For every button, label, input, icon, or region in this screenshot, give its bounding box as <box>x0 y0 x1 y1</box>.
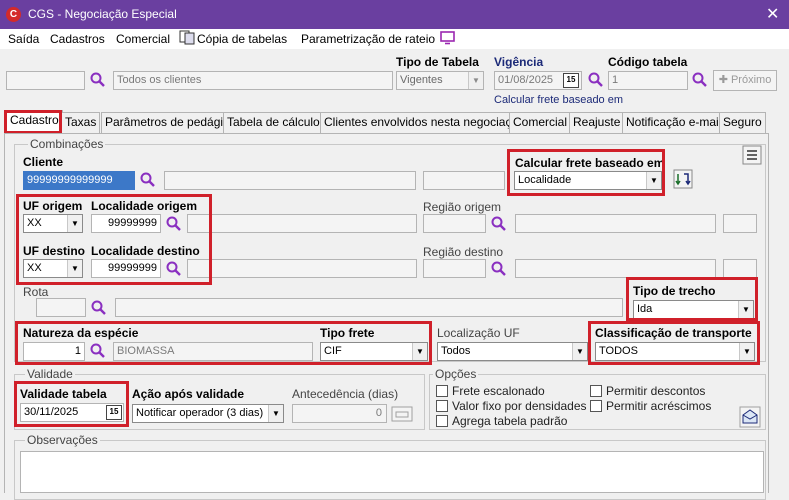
regiao-destino-name <box>515 259 716 278</box>
frete-escalonado-label: Frete escalonado <box>452 384 545 398</box>
observacoes-textarea[interactable] <box>20 451 764 493</box>
tab-seguro[interactable]: Seguro <box>719 112 766 133</box>
permitir-descontos-checkbox[interactable] <box>590 385 602 397</box>
search-rota-icon[interactable] <box>91 300 107 316</box>
search-vigencia-icon[interactable] <box>588 72 604 88</box>
calc-frete-link[interactable]: Calcular frete baseado em <box>494 94 623 106</box>
chevron-down-icon: ▼ <box>468 72 483 89</box>
valor-fixo-label: Valor fixo por densidades <box>452 399 587 413</box>
menu-copia-tabelas[interactable]: Cópia de tabelas <box>197 32 287 46</box>
regiao-destino-field[interactable] <box>423 259 486 278</box>
menu-bar: Saída Cadastros Comercial Cópia de tabel… <box>0 29 789 49</box>
localidade-origem-name <box>187 214 417 233</box>
cliente-field[interactable]: 99999999999999 <box>23 171 135 190</box>
regiao-origem-extra <box>723 214 757 233</box>
menu-saida[interactable]: Saída <box>8 32 39 46</box>
chevron-down-icon: ▼ <box>572 343 587 360</box>
search-codigo-icon[interactable] <box>692 72 708 88</box>
antecedencia-label: Antecedência (dias) <box>292 387 399 401</box>
permitir-descontos-label: Permitir descontos <box>606 384 706 398</box>
client-code-field[interactable] <box>6 71 85 90</box>
menu-cadastros[interactable]: Cadastros <box>50 32 105 46</box>
highlight-calcular-frete <box>507 149 665 196</box>
client-name-field: Todos os clientes <box>113 71 393 90</box>
highlight-tab-cadastro <box>4 110 62 134</box>
tab-bar: Cadastro Taxas Parâmetros de pedágio Tab… <box>4 110 769 134</box>
tab-taxas[interactable]: Taxas <box>61 112 101 133</box>
regiao-destino-extra <box>723 259 757 278</box>
cliente-label: Cliente <box>23 155 64 169</box>
acao-validade-label: Ação após validade <box>132 387 245 401</box>
observacoes-title: Observações <box>25 433 100 447</box>
email-icon[interactable] <box>739 406 761 428</box>
proximo-button[interactable]: ✚ Próximo <box>713 70 777 91</box>
highlight-validade <box>14 381 129 427</box>
tab-reajuste[interactable]: Reajuste <box>569 112 625 133</box>
list-settings-icon[interactable] <box>742 145 762 165</box>
chevron-down-icon: ▼ <box>268 405 283 422</box>
tab-parametros-pedagio[interactable]: Parâmetros de pedágio <box>101 112 234 133</box>
tab-clientes-envolvidos[interactable]: Clientes envolvidos nesta negociação <box>320 112 529 133</box>
rota-field[interactable] <box>36 298 86 317</box>
localizacao-uf-select[interactable]: Todos ▼ <box>437 342 588 361</box>
title-bar: C CGS - Negociação Especial ✕ <box>0 0 789 29</box>
menu-parametrizacao-rateio[interactable]: Parametrização de rateio <box>301 32 435 46</box>
localizacao-uf-label: Localização UF <box>437 326 520 340</box>
vigencia-label: Vigência <box>494 55 544 69</box>
codigo-tabela-field[interactable]: 1 <box>608 71 688 90</box>
validade-title: Validade <box>25 367 75 381</box>
tab-notificacao-email[interactable]: Notificação e-mail <box>622 112 726 133</box>
regiao-origem-label: Região origem <box>423 200 502 214</box>
search-regiao-destino-icon[interactable] <box>491 261 507 277</box>
opcoes-title: Opções <box>433 367 479 381</box>
plus-icon: ✚ <box>718 74 731 86</box>
codigo-tabela-label: Código tabela <box>608 55 688 69</box>
monitor-icon[interactable] <box>440 31 456 45</box>
localidade-destino-name <box>187 259 417 278</box>
calendar-icon[interactable]: 15 <box>563 73 579 88</box>
regiao-origem-field[interactable] <box>423 214 486 233</box>
close-icon[interactable]: ✕ <box>766 4 779 24</box>
cliente-extra-field <box>423 171 505 190</box>
regiao-origem-name <box>515 214 716 233</box>
frete-escalonado-checkbox[interactable] <box>436 385 448 397</box>
keyboard-icon[interactable] <box>391 405 413 423</box>
agrega-tabela-label: Agrega tabela padrão <box>452 414 568 428</box>
swap-icon[interactable] <box>673 169 693 189</box>
app-logo-icon: C <box>6 7 21 22</box>
rota-label: Rota <box>23 285 49 299</box>
window-title: CGS - Negociação Especial <box>28 7 177 21</box>
highlight-origem-destino <box>16 194 212 285</box>
search-cliente-icon[interactable] <box>140 172 156 188</box>
tipo-tabela-select[interactable]: Vigentes ▼ <box>396 71 484 90</box>
permitir-acrescimos-checkbox[interactable] <box>590 400 602 412</box>
search-regiao-origem-icon[interactable] <box>491 216 507 232</box>
tipo-tabela-label: Tipo de Tabela <box>396 55 479 69</box>
permitir-acrescimos-label: Permitir acréscimos <box>606 399 712 413</box>
search-client-icon[interactable] <box>90 72 106 88</box>
tab-comercial[interactable]: Comercial <box>509 112 572 133</box>
combinacoes-title: Combinações <box>28 137 106 151</box>
agrega-tabela-checkbox[interactable] <box>436 415 448 427</box>
valor-fixo-checkbox[interactable] <box>436 400 448 412</box>
copy-tables-icon <box>179 30 195 45</box>
highlight-classificacao <box>588 321 760 365</box>
acao-validade-select[interactable]: Notificar operador (3 dias) ▼ <box>132 404 284 423</box>
highlight-natureza-tipo-frete <box>15 321 432 365</box>
regiao-destino-label: Região destino <box>423 245 504 259</box>
menu-comercial[interactable]: Comercial <box>116 32 170 46</box>
rota-name <box>115 298 623 317</box>
tab-tabela-calculo[interactable]: Tabela de cálculo <box>223 112 324 133</box>
antecedencia-field[interactable]: 0 <box>292 404 387 423</box>
cliente-name-field <box>164 171 416 190</box>
highlight-tipo-trecho <box>626 277 758 321</box>
